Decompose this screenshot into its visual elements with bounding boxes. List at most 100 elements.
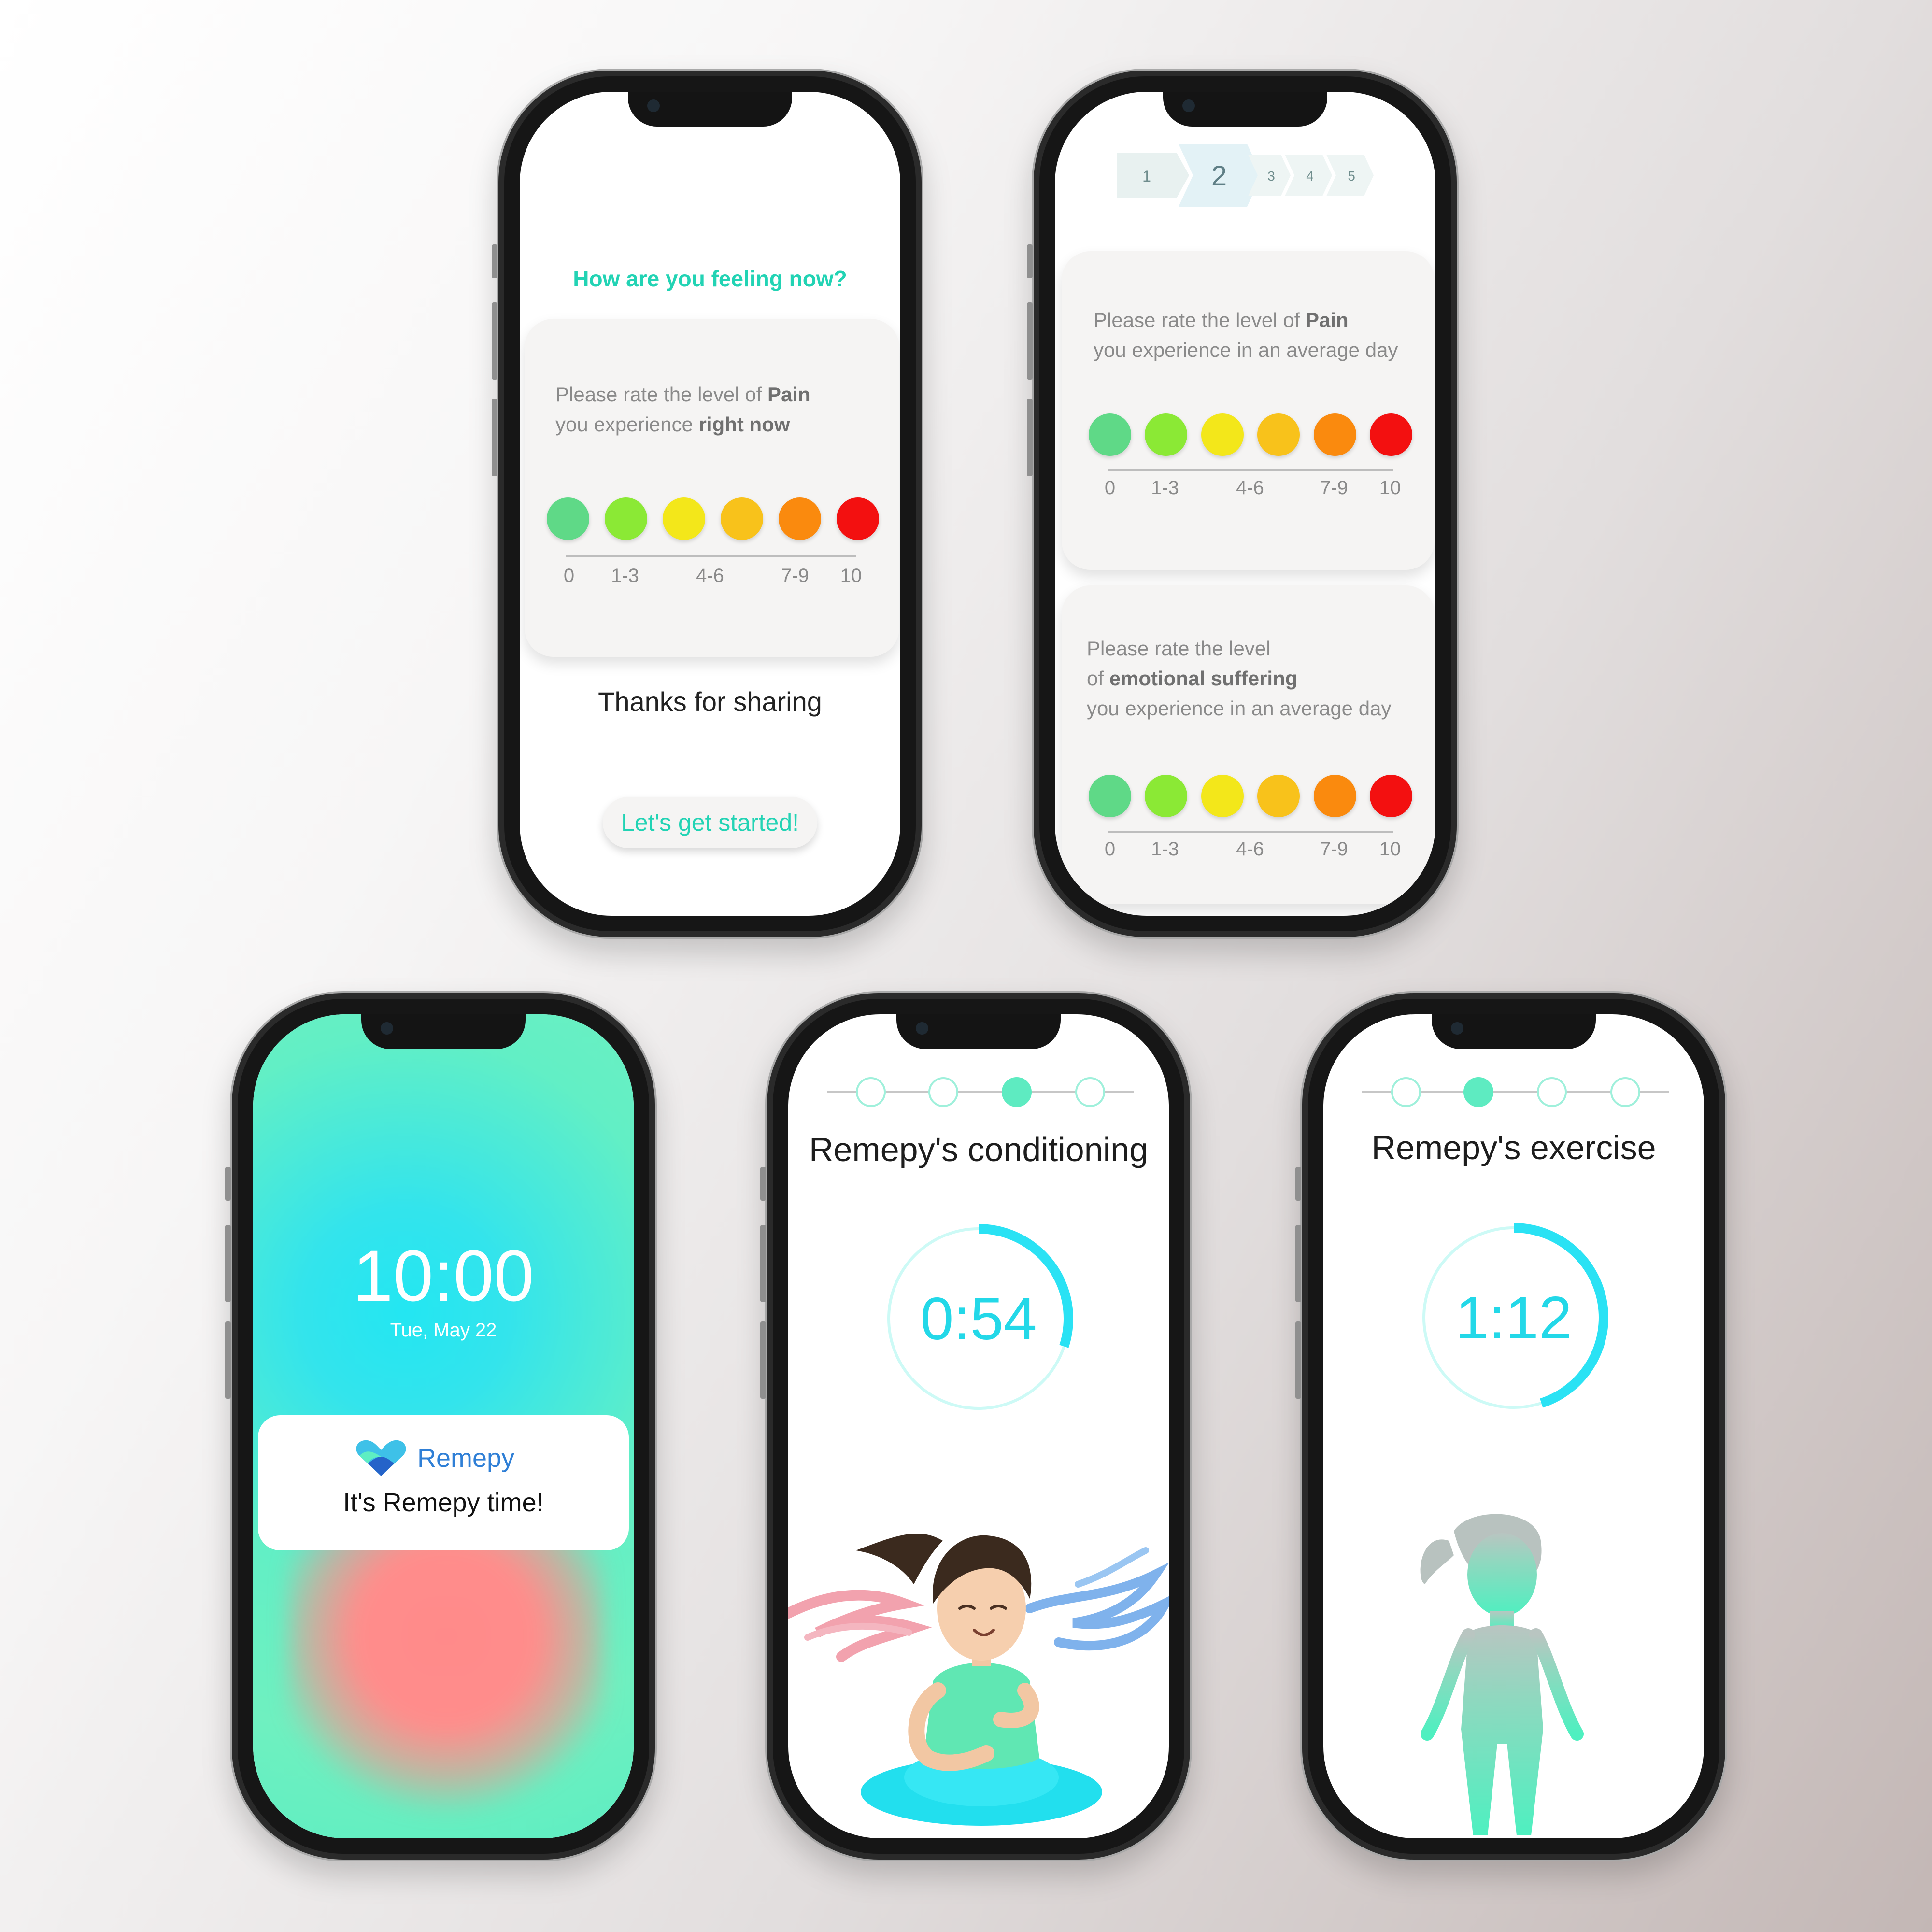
scale-dot-1[interactable] [1145,413,1188,456]
scale-dot-5[interactable] [1369,413,1412,456]
emotional-scale-dots [1089,775,1412,817]
get-started-button[interactable]: Let's get started! [602,797,818,848]
prompt-text: you experience [555,413,693,436]
scale-label: 10 [1379,477,1401,498]
screen-exercise: Remepy's exercise 1:12 [1323,1014,1704,1838]
screen-conditioning: Remepy's conditioning 0:54 [788,1014,1169,1838]
lock-time: 10:00 [353,1235,534,1316]
step-3-label[interactable]: 3 [1267,169,1275,184]
step-1-shape [1117,153,1189,198]
phone-side-button [760,1225,766,1302]
exercise-timer: 1:12 [1412,1216,1615,1419]
prompt-text: Please rate the level [1087,637,1271,660]
phone-exercise: Remepy's exercise 1:12 [1295,991,1727,1861]
scale-label: 7-9 [1320,477,1348,498]
phone-side-button [1027,302,1033,380]
scale-dot-1[interactable] [1145,775,1188,817]
notch [896,1014,1061,1049]
notch [1432,1014,1596,1049]
scale-dot-0[interactable] [1089,413,1131,456]
session-step-dot [1610,1077,1640,1107]
scale-label: 1-3 [1151,477,1179,498]
scale-label: 0 [1104,838,1116,860]
step-2-label[interactable]: 2 [1211,160,1227,192]
phone-side-button [1295,1321,1301,1399]
phone-conditioning: Remepy's conditioning 0:54 [760,991,1192,1861]
phone-rating: 1 2 3 4 5 Please rate the level of Pain … [1027,69,1459,939]
phone-side-button [225,1321,231,1399]
scale-dot-2[interactable] [663,497,705,540]
scale-label: 4-6 [696,565,724,586]
session-step-dot [1075,1077,1105,1107]
feeling-title: How are you feeling now? [573,266,847,291]
step-1-label[interactable]: 1 [1142,168,1151,185]
pain-prompt: Please rate the level of Pain you experi… [555,380,810,440]
phone-side-button [1295,1167,1301,1201]
screen-feeling: How are you feeling now? Please rate the… [520,92,900,916]
pain-average-card: Please rate the level of Pain you experi… [1062,251,1435,570]
scale-dot-4[interactable] [1313,775,1356,817]
camera-icon [381,1022,393,1035]
thanks-text: Thanks for sharing [598,686,822,717]
camera-icon [1182,99,1195,112]
pain-average-prompt: Please rate the level of Pain you experi… [1094,305,1398,365]
notification-app-name: Remepy [417,1444,515,1473]
phone-side-button [492,399,497,476]
notch [1163,92,1327,127]
conditioning-title: Remepy's conditioning [809,1131,1149,1168]
scale-label: 0 [1104,477,1116,498]
scale-labels: 0 1-3 4-6 7-9 10 [1062,477,1435,506]
prompt-text: of [1087,667,1104,690]
prompt-text: Please rate the level of [555,383,762,406]
phone-side-button [492,244,497,278]
phone-side-button [1027,399,1033,476]
notification-message: It's Remepy time! [343,1488,544,1517]
prompt-bold: Pain [767,383,810,406]
scale-dot-3[interactable] [721,497,763,540]
heart-logo-icon [356,1440,406,1476]
scale-labels: 0 1-3 4-6 7-9 10 [525,565,899,594]
scale-dot-1[interactable] [605,497,647,540]
scale-label: 7-9 [1320,838,1348,860]
emotional-average-card: Please rate the level of emotional suffe… [1062,585,1435,904]
pain-average-scale-dots [1089,413,1412,456]
session-step-dot [928,1077,958,1107]
scale-dot-0[interactable] [1089,775,1131,817]
scale-dot-5[interactable] [837,497,879,540]
camera-icon [647,99,660,112]
timer-value: 1:12 [1455,1285,1572,1351]
scale-dot-5[interactable] [1369,775,1412,817]
step-4-label[interactable]: 4 [1306,169,1314,184]
emotional-average-prompt: Please rate the level of emotional suffe… [1087,634,1391,724]
timer-value: 0:54 [920,1286,1037,1352]
remepy-notification[interactable]: Remepy It's Remepy time! [258,1415,629,1550]
pain-scale-dots [547,497,879,540]
session-step-dot [1537,1077,1567,1107]
conditioning-timer: 0:54 [877,1217,1080,1420]
step-5-label[interactable]: 5 [1348,169,1355,184]
scale-dot-2[interactable] [1201,775,1244,817]
scale-dot-4[interactable] [1313,413,1356,456]
scale-dot-3[interactable] [1257,775,1300,817]
step-progress-bar: 1 2 3 4 5 [1117,144,1374,207]
scale-dot-3[interactable] [1257,413,1300,456]
prompt-bold: right now [698,413,790,436]
camera-icon [1451,1022,1463,1035]
scale-line [1108,469,1393,471]
scale-dot-0[interactable] [547,497,589,540]
session-step-dot-active [1002,1077,1032,1107]
scale-label: 4-6 [1236,477,1264,498]
phone-lock: 10:00 Tue, May 22 Remepy It's Remepy tim… [225,991,657,1861]
scale-label: 7-9 [781,565,809,586]
notch [628,92,792,127]
scale-label: 0 [563,565,575,586]
scale-label: 4-6 [1236,838,1264,860]
scale-label: 1-3 [1151,838,1179,860]
standing-figure-illustration [1420,1514,1584,1835]
prompt-text: Please rate the level of [1094,309,1300,331]
lock-date: Tue, May 22 [390,1320,497,1341]
scale-dot-2[interactable] [1201,413,1244,456]
scale-line [1108,831,1393,833]
phone-side-button [1295,1225,1301,1302]
scale-dot-4[interactable] [779,497,821,540]
